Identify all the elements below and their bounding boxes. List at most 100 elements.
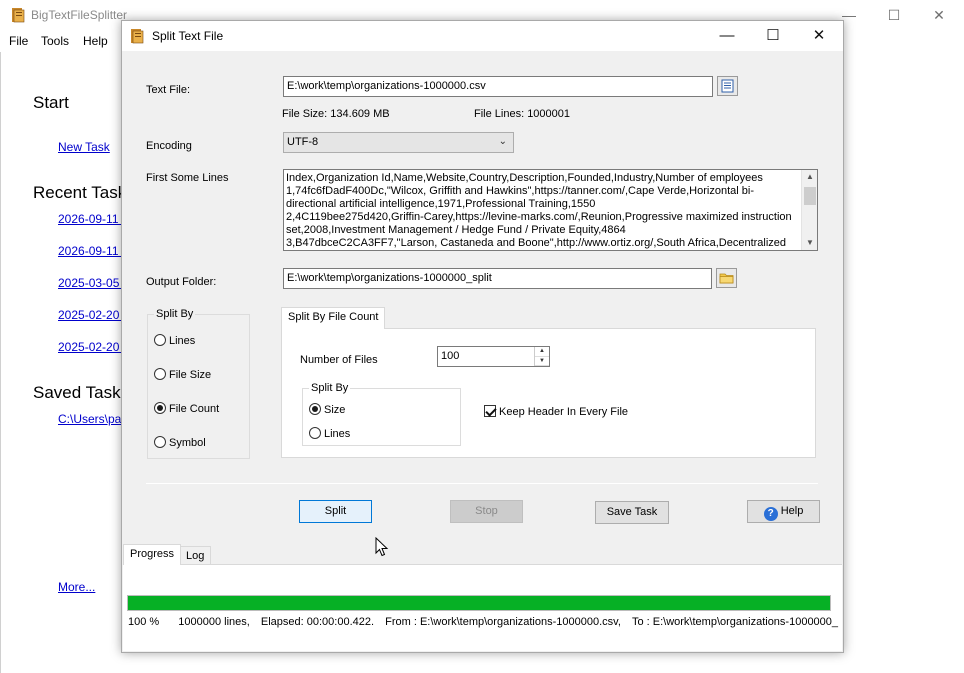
folder-icon	[719, 273, 734, 284]
menu-help[interactable]: Help	[83, 34, 108, 48]
help-icon: ?	[763, 507, 778, 521]
progress-lines-text: 1000000 lines,	[178, 616, 250, 628]
inner-split-size-radio[interactable]: Size	[309, 403, 345, 416]
first-line: 2,4C119bee275d420,Griffin-Carey,https://…	[286, 211, 792, 223]
recent-task-link[interactable]: 2025-02-20 1	[58, 308, 129, 322]
recent-task-link[interactable]: 2025-03-05 1	[58, 276, 129, 290]
scroll-thumb[interactable]	[804, 187, 816, 205]
number-of-files-stepper[interactable]: 100 ▲ ▼	[437, 346, 550, 367]
first-line: Index,Organization Id,Name,Website,Count…	[286, 172, 763, 184]
scroll-down-icon[interactable]: ▼	[802, 236, 817, 250]
progress-elapsed-text: Elapsed: 00:00:00.422.	[260, 616, 375, 628]
inner-split-by-title: Split By	[309, 382, 351, 394]
first-lines-label: First Some Lines	[146, 172, 229, 184]
main-maximize-button[interactable]: ☐	[871, 0, 917, 31]
menu-file[interactable]: File	[9, 34, 28, 48]
dialog-title-bar: Split Text File — ☐ ✕	[122, 21, 843, 51]
save-task-button[interactable]: Save Task	[595, 501, 669, 524]
mouse-cursor-icon	[375, 537, 389, 557]
radio-selected-icon	[154, 402, 166, 414]
encoding-label: Encoding	[146, 140, 192, 152]
tab-log[interactable]: Log	[179, 546, 212, 565]
saved-task-link[interactable]: C:\Users\pa	[58, 412, 121, 426]
browse-folder-button[interactable]	[716, 268, 737, 288]
tab-split-by-file-count[interactable]: Split By File Count	[281, 307, 386, 329]
radio-label: Symbol	[169, 437, 206, 449]
more-link[interactable]: More...	[58, 580, 95, 594]
tab-progress[interactable]: Progress	[123, 544, 182, 565]
output-folder-label: Output Folder:	[146, 276, 217, 288]
radio-icon	[154, 368, 166, 380]
new-task-link[interactable]: New Task	[58, 140, 110, 154]
split-by-title: Split By	[154, 308, 196, 320]
keep-header-checkbox[interactable]: Keep Header In Every File	[484, 405, 628, 418]
browse-file-button[interactable]	[717, 76, 738, 96]
split-text-file-dialog: Split Text File — ☐ ✕ Text File: E:\work…	[121, 20, 844, 653]
recent-task-link[interactable]: 2026-09-11 1	[58, 212, 129, 226]
recent-task-heading: Recent Task	[33, 183, 127, 202]
dialog-minimize-button[interactable]: —	[704, 21, 750, 51]
app-icon	[131, 29, 144, 44]
radio-label: Lines	[324, 428, 351, 440]
recent-task-link[interactable]: 2025-02-20 1	[58, 340, 129, 354]
progress-bar	[127, 595, 831, 611]
main-title-text: BigTextFileSplitter	[31, 8, 128, 22]
progress-from-text: From : E:\work\temp\organizations-100000…	[385, 616, 621, 628]
recent-task-link[interactable]: 2026-09-11 1	[58, 244, 129, 258]
menu-tools[interactable]: Tools	[41, 34, 69, 48]
text-file-input[interactable]: E:\work\temp\organizations-1000000.csv	[283, 76, 713, 97]
progress-panel: 100 % 1000000 lines, Elapsed: 00:00:00.4…	[123, 564, 842, 651]
encoding-select[interactable]: UTF-8 ⌄	[283, 132, 514, 153]
number-of-files-value: 100	[441, 350, 460, 362]
inner-split-lines-radio[interactable]: Lines	[309, 427, 350, 440]
progress-to-text: To : E:\work\temp\organizations-1000000_	[631, 616, 839, 628]
radio-label: File Count	[169, 403, 220, 415]
keep-header-label: Keep Header In Every File	[499, 406, 629, 418]
first-lines-content: Index,Organization Id,Name,Website,Count…	[286, 172, 798, 250]
checkmark-icon	[484, 405, 496, 417]
progress-percent-text: 100 %	[128, 616, 160, 628]
text-file-label: Text File:	[146, 84, 191, 96]
app-icon	[12, 8, 25, 23]
stop-button[interactable]: Stop	[450, 500, 523, 523]
split-by-file-count-radio[interactable]: File Count	[154, 402, 219, 415]
encoding-value: UTF-8	[287, 136, 319, 148]
chevron-down-icon: ⌄	[498, 136, 507, 147]
help-button[interactable]: ? Help	[747, 500, 820, 523]
main-left-border	[0, 52, 1, 673]
first-lines-textarea[interactable]: Index,Organization Id,Name,Website,Count…	[283, 169, 818, 251]
stepper-up-icon[interactable]: ▲	[535, 347, 549, 357]
first-lines-scrollbar[interactable]: ▲ ▼	[801, 170, 817, 250]
output-folder-input[interactable]: E:\work\temp\organizations-1000000_split	[283, 268, 712, 289]
number-of-files-label: Number of Files	[300, 354, 378, 366]
saved-tasks-heading: Saved Tasks	[33, 383, 130, 402]
main-close-button[interactable]: ✕	[916, 0, 962, 31]
progress-status-line: 100 % 1000000 lines, Elapsed: 00:00:00.4…	[128, 616, 840, 628]
split-by-symbol-radio[interactable]: Symbol	[154, 436, 206, 449]
stepper-buttons: ▲ ▼	[534, 347, 549, 366]
separator	[146, 483, 818, 484]
help-button-label: Help	[780, 505, 804, 517]
start-heading: Start	[33, 93, 69, 112]
first-line: 1,74fc6fDadF400Dc,"Wilcox, Griffith and …	[286, 185, 754, 197]
radio-label: Size	[324, 404, 346, 416]
first-line: set,2008,Investment Management / Hedge F…	[286, 224, 626, 236]
radio-label: File Size	[169, 369, 212, 381]
dialog-title-text: Split Text File	[152, 29, 224, 43]
radio-icon	[154, 334, 166, 346]
scroll-up-icon[interactable]: ▲	[802, 170, 817, 184]
split-by-lines-radio[interactable]: Lines	[154, 334, 195, 347]
split-button[interactable]: Split	[299, 500, 372, 523]
dialog-close-button[interactable]: ✕	[796, 21, 842, 51]
radio-selected-icon	[309, 403, 321, 415]
stepper-down-icon[interactable]: ▼	[535, 357, 549, 366]
dialog-maximize-button[interactable]: ☐	[750, 21, 796, 51]
first-line: 3,B47dbceC2CA3FF7,"Larson, Castaneda and…	[286, 237, 787, 249]
progress-fill	[128, 596, 830, 610]
document-icon	[721, 79, 734, 93]
file-size-text: File Size: 134.609 MB	[282, 108, 390, 120]
split-by-file-size-radio[interactable]: File Size	[154, 368, 211, 381]
radio-icon	[309, 427, 321, 439]
radio-label: Lines	[169, 335, 196, 347]
first-line: directional artificial intelligence,1971…	[286, 198, 596, 210]
